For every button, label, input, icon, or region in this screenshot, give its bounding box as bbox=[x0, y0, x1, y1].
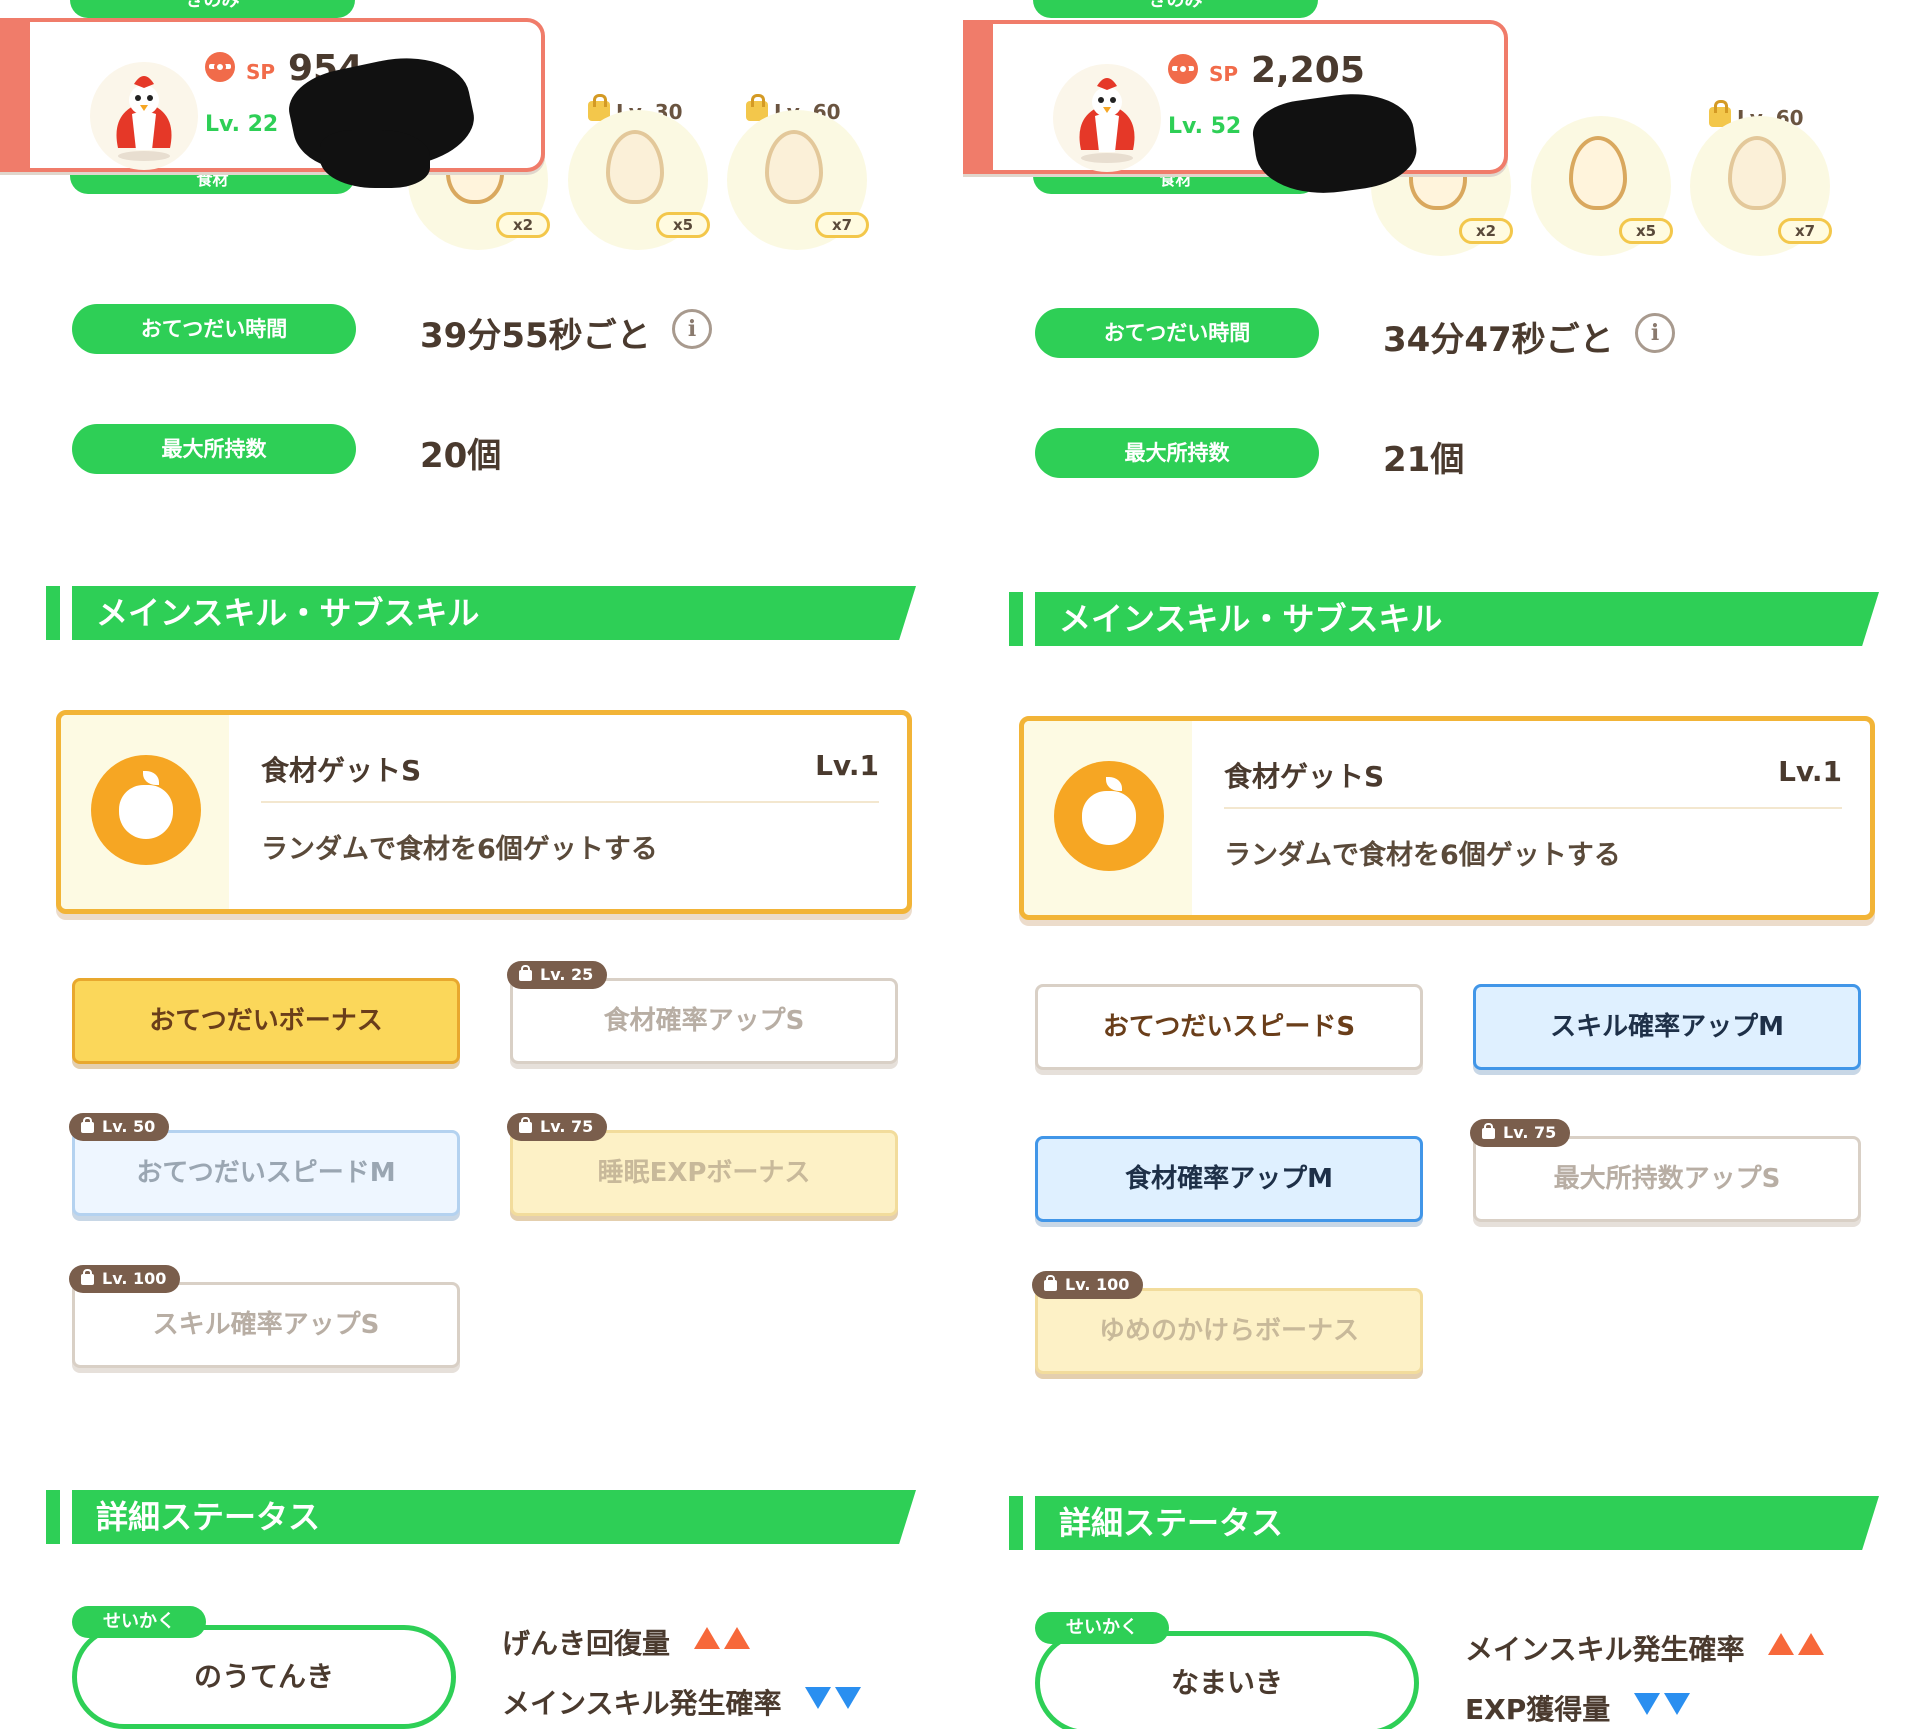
tab-berry[interactable]: きのみ bbox=[70, 0, 355, 18]
nature-down-effect: EXP獲得量 bbox=[1465, 1688, 1691, 1728]
nature-up-effect: メインスキル発生確率 bbox=[1465, 1628, 1825, 1668]
lock-level-tag: Lv. 100 bbox=[1032, 1271, 1144, 1299]
subskill-button[interactable]: Lv. 50 おてつだいスピードM bbox=[69, 1113, 460, 1216]
panel-right: きのみ 食材 x2 x5 Lv. 60 x7 SP 2,205 Lv. 52 bbox=[963, 0, 1908, 1729]
up-arrow-icon bbox=[724, 1627, 751, 1649]
main-skill-description: ランダムで食材を6個ゲットする bbox=[261, 834, 658, 865]
info-icon[interactable]: i bbox=[1635, 313, 1675, 353]
lock-icon bbox=[1044, 1275, 1057, 1291]
help-time-label: おてつだい時間 bbox=[1035, 308, 1319, 358]
slot-multiplier: x2 bbox=[496, 212, 550, 238]
panel-left: きのみ 食材 x2 Lv. 30 x5 Lv. 60 x7 SP 954 bbox=[0, 0, 945, 1729]
section-title: 詳細ステータス bbox=[1035, 1496, 1879, 1550]
section-title: メインスキル・サブスキル bbox=[72, 586, 916, 640]
redaction-mark bbox=[320, 130, 430, 188]
pokemon-avatar bbox=[1053, 64, 1161, 172]
egg-icon bbox=[606, 130, 664, 204]
slot-multiplier: x2 bbox=[1459, 218, 1513, 244]
nature-tag: せいかく bbox=[1035, 1612, 1169, 1644]
nature-up-effect: げんき回復量 bbox=[502, 1622, 751, 1662]
lock-icon bbox=[81, 1117, 94, 1133]
help-time-value: 39分55秒ごと bbox=[420, 316, 651, 356]
main-skill-level: Lv.1 bbox=[1778, 755, 1842, 788]
main-skill-name: 食材ゲットS bbox=[1224, 760, 1385, 793]
up-arrow-icon bbox=[694, 1627, 721, 1649]
max-carry-label: 最大所持数 bbox=[1035, 428, 1319, 478]
lock-icon bbox=[519, 1117, 532, 1133]
section-banner-skills: メインスキル・サブスキル bbox=[1009, 592, 1879, 646]
slot-multiplier: x5 bbox=[656, 212, 710, 238]
subskill-button[interactable]: おてつだいボーナス bbox=[72, 978, 460, 1064]
max-carry-label: 最大所持数 bbox=[72, 424, 356, 474]
tab-berry[interactable]: きのみ bbox=[1033, 0, 1318, 18]
nature-name: なまいき bbox=[1035, 1631, 1419, 1729]
egg-icon bbox=[1569, 136, 1627, 210]
ingredient-slot-2[interactable]: x5 bbox=[1531, 116, 1673, 256]
down-arrow-icon bbox=[1634, 1693, 1661, 1715]
subskill-button[interactable]: おてつだいスピードS bbox=[1035, 984, 1423, 1070]
slot-multiplier: x7 bbox=[1778, 218, 1832, 244]
sp-label: SP bbox=[246, 60, 276, 84]
slot-multiplier: x5 bbox=[1619, 218, 1673, 244]
section-banner-status: 詳細ステータス bbox=[46, 1490, 916, 1544]
egg-icon bbox=[1728, 136, 1786, 210]
help-time-label: おてつだい時間 bbox=[72, 304, 356, 354]
lock-icon bbox=[1482, 1123, 1495, 1139]
egg-icon bbox=[765, 130, 823, 204]
subskill-button[interactable]: スキル確率アップM bbox=[1473, 984, 1861, 1070]
main-skill-card[interactable]: 食材ゲットS Lv.1 ランダムで食材を6個ゲットする bbox=[1019, 716, 1875, 920]
main-skill-description: ランダムで食材を6個ゲットする bbox=[1224, 840, 1621, 871]
sp-label: SP bbox=[1209, 62, 1239, 86]
lock-level-tag: Lv. 50 bbox=[69, 1113, 170, 1141]
subskill-button[interactable]: Lv. 75 最大所持数アップS bbox=[1470, 1119, 1861, 1222]
pokemon-level: Lv. 52 bbox=[1168, 114, 1242, 139]
nature-tag: せいかく bbox=[72, 1606, 206, 1638]
lock-level-tag: Lv. 25 bbox=[507, 961, 608, 989]
section-title: 詳細ステータス bbox=[72, 1490, 916, 1544]
sp-icon bbox=[205, 52, 235, 82]
up-arrow-icon bbox=[1768, 1633, 1795, 1655]
pokemon-header-card bbox=[963, 20, 1508, 174]
main-skill-card[interactable]: 食材ゲットS Lv.1 ランダムで食材を6個ゲットする bbox=[56, 710, 912, 914]
subskill-button[interactable]: 食材確率アップM bbox=[1035, 1136, 1423, 1222]
lock-level-tag: Lv. 100 bbox=[69, 1265, 181, 1293]
nature-down-effect: メインスキル発生確率 bbox=[502, 1682, 862, 1722]
max-carry-value: 20個 bbox=[420, 436, 502, 476]
section-banner-skills: メインスキル・サブスキル bbox=[46, 586, 916, 640]
pokemon-level: Lv. 22 bbox=[205, 112, 279, 137]
pokemon-avatar bbox=[90, 62, 198, 170]
main-skill-level: Lv.1 bbox=[815, 749, 879, 782]
sp-icon bbox=[1168, 54, 1198, 84]
slot-multiplier: x7 bbox=[815, 212, 869, 238]
down-arrow-icon bbox=[835, 1687, 862, 1709]
lock-icon bbox=[81, 1269, 94, 1285]
ingredient-slot-2[interactable]: x5 bbox=[568, 110, 710, 250]
subskill-button[interactable]: Lv. 25 食材確率アップS bbox=[507, 961, 898, 1064]
down-arrow-icon bbox=[1664, 1693, 1691, 1715]
apple-icon bbox=[1054, 761, 1164, 871]
section-banner-status: 詳細ステータス bbox=[1009, 1496, 1879, 1550]
ingredient-slot-3[interactable]: x7 bbox=[727, 110, 869, 250]
help-time-value: 34分47秒ごと bbox=[1383, 320, 1614, 360]
subskill-button[interactable]: Lv. 75 睡眠EXPボーナス bbox=[507, 1113, 898, 1216]
sp-value: 2,205 bbox=[1251, 50, 1365, 91]
info-icon[interactable]: i bbox=[672, 309, 712, 349]
nature-name: のうてんき bbox=[72, 1625, 456, 1729]
lock-icon bbox=[519, 965, 532, 981]
ingredient-slot-3[interactable]: x7 bbox=[1690, 116, 1832, 256]
max-carry-value: 21個 bbox=[1383, 440, 1465, 480]
apple-icon bbox=[91, 755, 201, 865]
subskill-button[interactable]: Lv. 100 ゆめのかけらボーナス bbox=[1032, 1271, 1423, 1374]
section-title: メインスキル・サブスキル bbox=[1035, 592, 1879, 646]
lock-level-tag: Lv. 75 bbox=[1470, 1119, 1571, 1147]
down-arrow-icon bbox=[805, 1687, 832, 1709]
subskill-button[interactable]: Lv. 100 スキル確率アップS bbox=[69, 1265, 460, 1368]
main-skill-name: 食材ゲットS bbox=[261, 754, 422, 787]
up-arrow-icon bbox=[1798, 1633, 1825, 1655]
lock-level-tag: Lv. 75 bbox=[507, 1113, 608, 1141]
